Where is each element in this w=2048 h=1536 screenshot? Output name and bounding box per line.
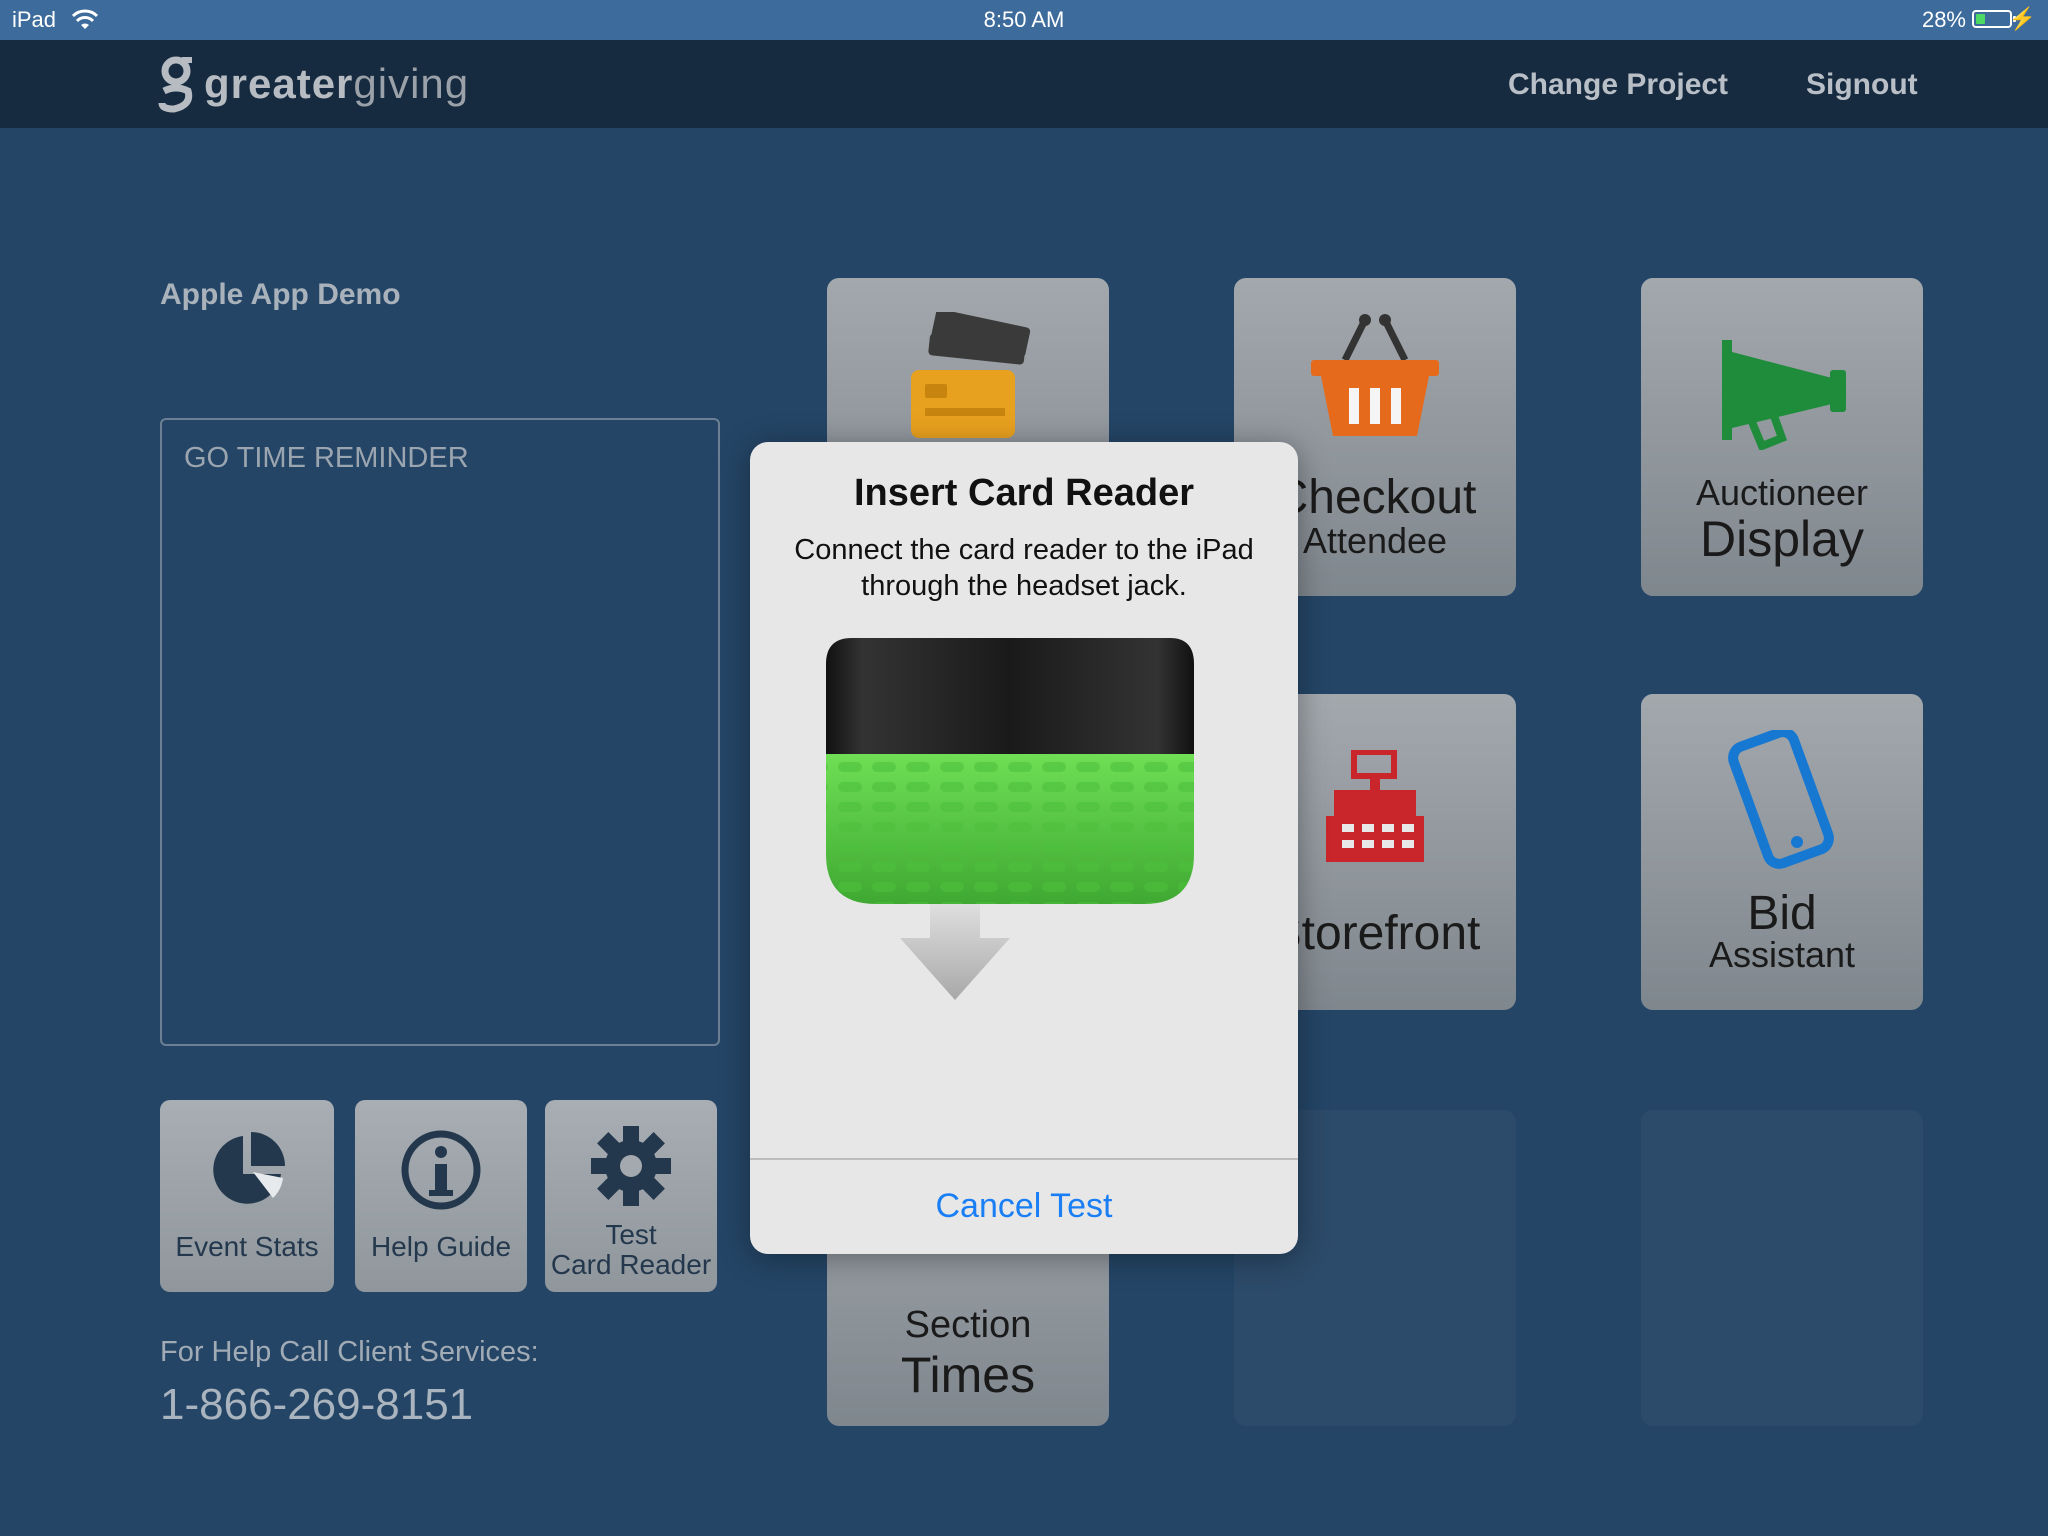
auctioneer-label-line1: Auctioneer (1695, 472, 1869, 513)
bid-label-line2: Assistant (1708, 934, 1856, 975)
gear-icon (591, 1126, 671, 1206)
auctioneer-display-tile[interactable]: Auctioneer Display (1641, 278, 1923, 596)
phone-icon (1728, 730, 1834, 869)
dialog-message: Connect the card reader to the iPad thro… (770, 532, 1278, 604)
greatergiving-logo: greater giving (156, 54, 469, 114)
signout-link[interactable]: Signout (1806, 68, 1918, 102)
test-card-reader-button[interactable]: Test Card Reader (545, 1100, 717, 1292)
card-reader-illustration (826, 638, 1194, 1000)
bid-assistant-tile[interactable]: Bid Assistant (1641, 694, 1923, 1010)
battery-percent: 28% (1921, 7, 1966, 32)
help-phone-number[interactable]: 1-866-269-8151 (160, 1380, 473, 1430)
battery-icon (1972, 10, 2016, 28)
help-text: For Help Call Client Services: (160, 1336, 539, 1368)
event-stats-button[interactable]: Event Stats (160, 1100, 334, 1292)
section-label-line2: Times (900, 1347, 1036, 1403)
cancel-test-button[interactable]: Cancel Test (750, 1158, 1298, 1254)
info-icon (401, 1130, 481, 1210)
basket-icon (1311, 314, 1439, 436)
reminder-label: GO TIME REMINDER (184, 442, 469, 474)
section-label-line1: Section (904, 1304, 1032, 1346)
charging-icon: ⚡ (2008, 6, 2036, 31)
event-stats-label: Event Stats (175, 1231, 319, 1262)
megaphone-icon (1722, 340, 1846, 450)
dialog-message-line2: through the headset jack. (861, 570, 1187, 602)
logo-mark-icon (158, 56, 193, 113)
dialog-message-line1: Connect the card reader to the iPad (794, 534, 1254, 566)
go-time-reminder-box: GO TIME REMINDER (160, 418, 720, 1046)
status-bar: iPad 8:50 AM 28% ⚡ (0, 0, 2048, 40)
auctioneer-label-line2: Display (1700, 511, 1864, 567)
empty-tile (1641, 1110, 1923, 1426)
logo-word-greater: greater (204, 60, 354, 107)
cash-register-icon (1326, 750, 1424, 862)
test-label-line1: Test (605, 1219, 657, 1250)
logo-word-giving: giving (353, 60, 470, 107)
dialog-title: Insert Card Reader (853, 472, 1194, 514)
test-label-line2: Card Reader (550, 1249, 712, 1280)
app-header: greater giving Change Project Signout (0, 40, 2048, 128)
help-guide-button[interactable]: Help Guide (355, 1100, 527, 1292)
status-time: 8:50 AM (983, 7, 1065, 32)
bid-label-line1: Bid (1747, 887, 1817, 940)
project-title: Apple App Demo (160, 278, 401, 311)
pie-chart-icon (213, 1132, 285, 1204)
change-project-link[interactable]: Change Project (1508, 68, 1728, 102)
help-guide-label: Help Guide (370, 1231, 512, 1262)
insert-card-reader-dialog: Insert Card Reader Connect the card read… (750, 442, 1298, 1254)
credit-card-icon (911, 312, 1031, 438)
